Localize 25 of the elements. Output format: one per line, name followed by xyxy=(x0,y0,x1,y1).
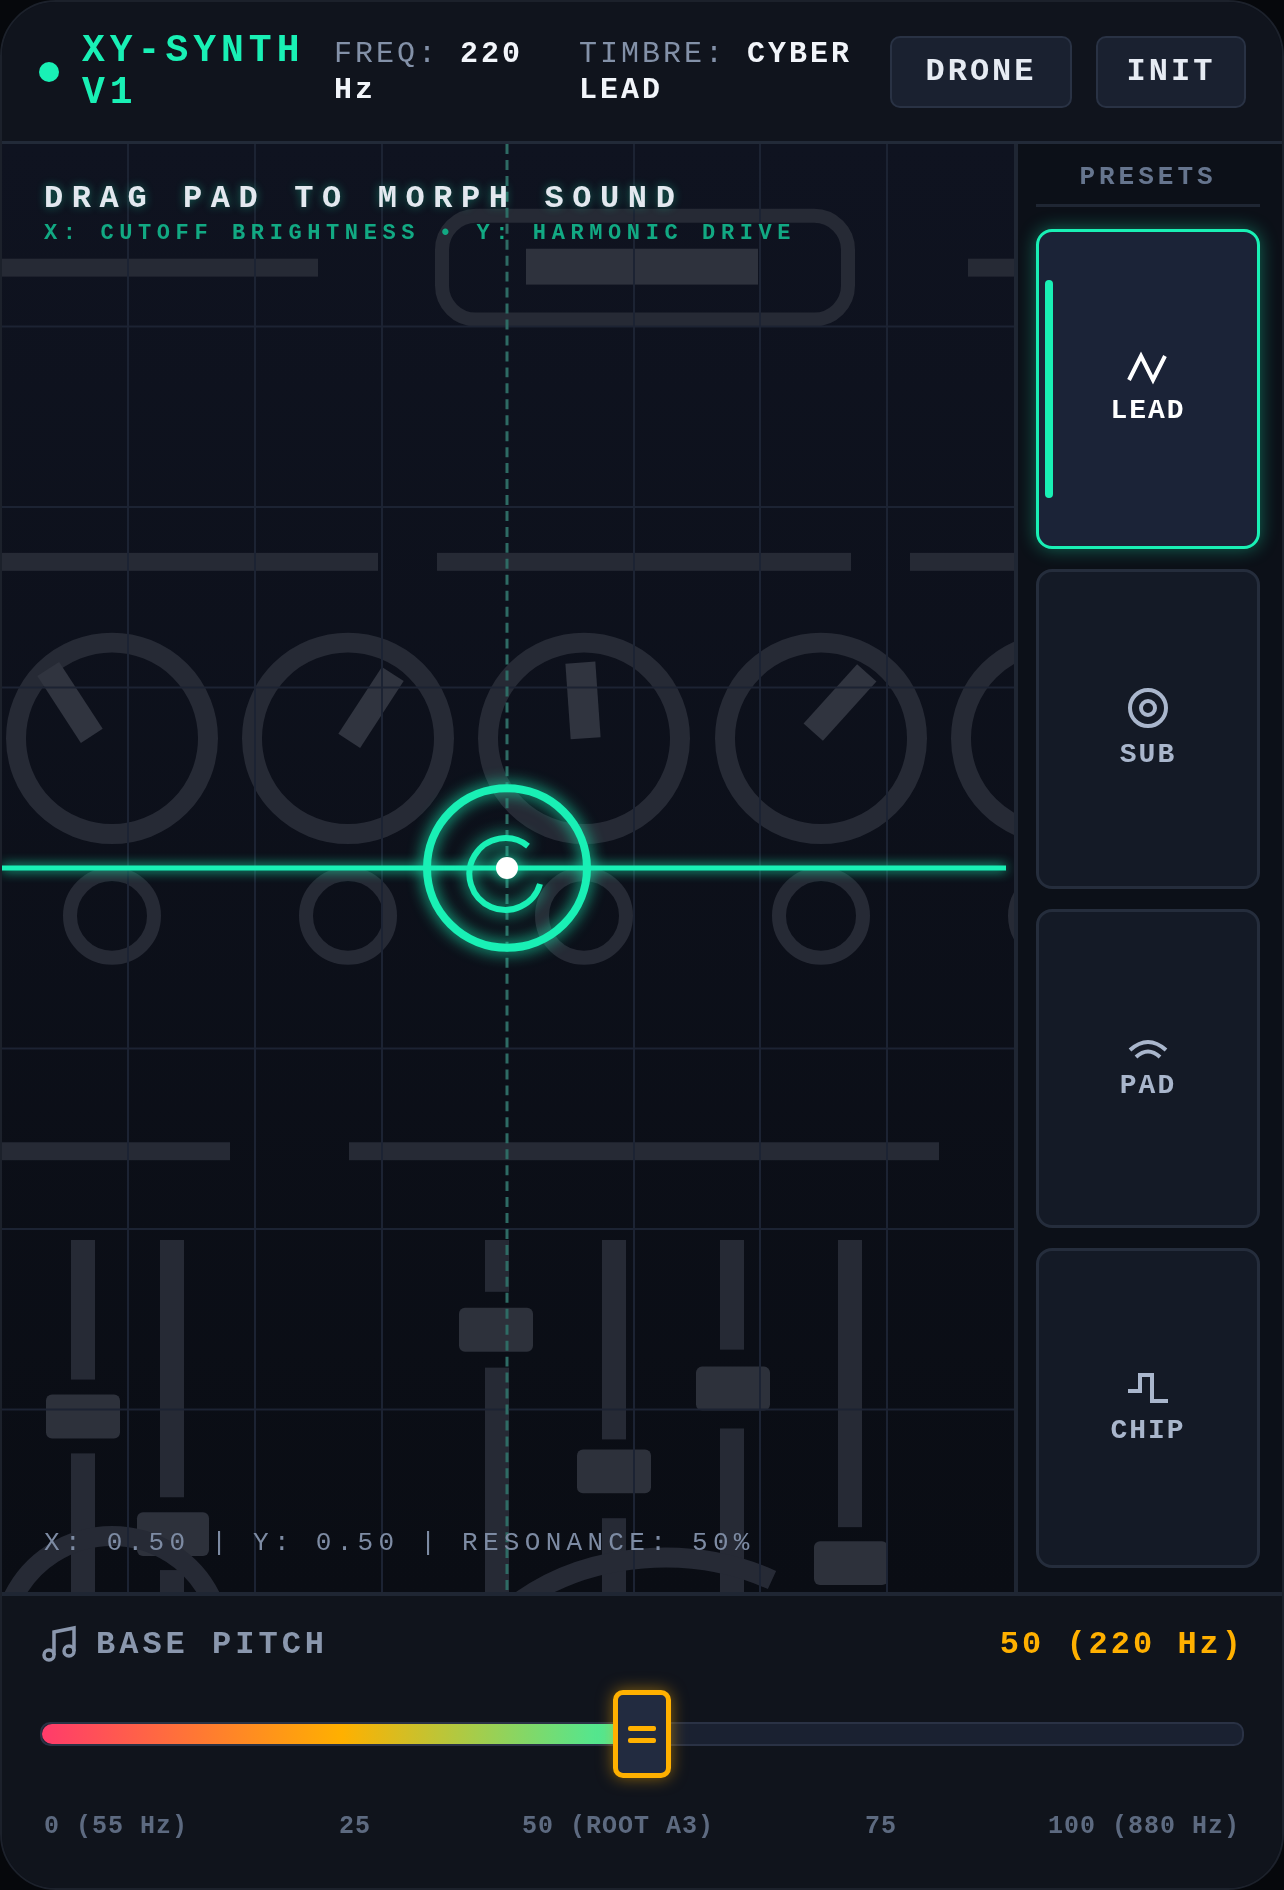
preset-card[interactable]: CHIP xyxy=(1036,1248,1260,1568)
presets-heading: PRESETS xyxy=(1036,162,1260,207)
base-pitch-label: BASE PITCH xyxy=(96,1625,329,1663)
header-button[interactable]: INIT xyxy=(1096,35,1246,108)
pad-instruction-title: DRAG PAD TO MORPH SOUND xyxy=(44,180,685,217)
slider-tick-label: 100 (880 Hz) xyxy=(1047,1812,1240,1841)
frequency-readout: FREQ: 220 Hz xyxy=(334,35,525,108)
slider-tick-label: 50 (ROOT A3) xyxy=(522,1812,714,1841)
slider-tick-label: 25 xyxy=(339,1812,371,1841)
pad-axis-caption: X: CUTOFF BRIGHTNESS • Y: HARMONIC DRIVE xyxy=(44,221,798,246)
header-button[interactable]: DRONE xyxy=(890,35,1072,108)
slider-tick-label: 0 (55 Hz) xyxy=(44,1812,189,1841)
app-title: XY-SYNTH V1 xyxy=(82,29,306,114)
slider-tick-label: 75 xyxy=(865,1812,897,1841)
pitch-slider-thumb[interactable] xyxy=(613,1690,671,1778)
base-pitch-value: 50 (220 Hz) xyxy=(999,1625,1244,1663)
pad-cursor-handle[interactable] xyxy=(423,784,591,952)
pad-coordinates-readout: X: 0.50 | Y: 0.50 | RESONANCE: 50% xyxy=(43,1528,756,1560)
square-wave-icon xyxy=(1126,1370,1170,1405)
preset-card[interactable]: SUB xyxy=(1036,568,1260,889)
timbre-readout: TIMBRE: CYBER LEAD xyxy=(579,35,854,108)
target-icon xyxy=(1127,687,1169,730)
preset-card[interactable]: PAD xyxy=(1036,908,1260,1229)
preset-card[interactable]: LEAD xyxy=(1036,229,1260,549)
status-dot-icon xyxy=(38,60,60,83)
